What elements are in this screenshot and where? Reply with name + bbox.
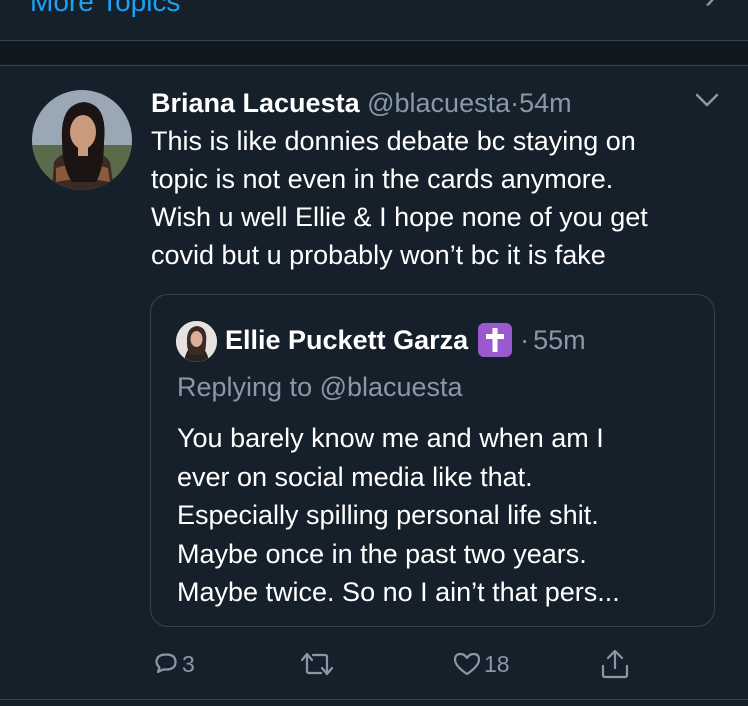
quoted-timestamp[interactable]: 55m bbox=[533, 322, 586, 358]
replying-to: Replying to @blacuesta bbox=[177, 372, 463, 402]
tweet-actions: 3 18 bbox=[0, 646, 748, 686]
quoted-tweet[interactable]: Ellie Puckett Garza · 55m Replying to @b… bbox=[150, 294, 715, 627]
latin-cross-icon bbox=[478, 323, 513, 357]
chevron-down-icon[interactable] bbox=[694, 90, 720, 110]
like-button[interactable]: 18 bbox=[452, 646, 510, 682]
share-button[interactable] bbox=[598, 646, 634, 682]
reply-icon bbox=[155, 653, 177, 674]
tweet[interactable]: Briana Lacuesta @blacuesta·54m This is l… bbox=[0, 66, 748, 706]
quoted-text: You barely know me and when am I ever on… bbox=[177, 423, 620, 607]
quoted-avatar-image bbox=[176, 321, 217, 362]
quoted-author-name[interactable]: Ellie Puckett Garza bbox=[225, 322, 468, 358]
share-icon bbox=[601, 649, 629, 679]
timestamp[interactable]: 54m bbox=[519, 88, 572, 118]
like-count: 18 bbox=[484, 650, 510, 677]
reply-count: 3 bbox=[182, 650, 195, 677]
quoted-avatar[interactable] bbox=[176, 321, 217, 362]
more-topics-row[interactable]: More Topics › bbox=[0, 0, 748, 40]
tweet-text: This is like donnies debate bc staying o… bbox=[151, 126, 648, 270]
heart-icon bbox=[453, 652, 481, 676]
chevron-right-icon: › bbox=[705, 0, 716, 17]
section-gap bbox=[0, 41, 748, 65]
quoted-header: Ellie Puckett Garza · 55m bbox=[225, 322, 586, 358]
separator-dot: · bbox=[510, 88, 520, 118]
retweet-icon bbox=[300, 652, 334, 676]
author-handle[interactable]: @blacuesta bbox=[367, 88, 510, 118]
reply-button[interactable]: 3 bbox=[152, 646, 195, 682]
tweet-header: Briana Lacuesta @blacuesta·54m bbox=[151, 84, 572, 122]
avatar[interactable] bbox=[32, 90, 132, 190]
retweet-button[interactable] bbox=[298, 646, 338, 682]
more-topics-link[interactable]: More Topics bbox=[30, 0, 180, 18]
avatar-image bbox=[32, 90, 132, 190]
separator-dot: · bbox=[520, 325, 530, 355]
author-name[interactable]: Briana Lacuesta bbox=[151, 88, 360, 118]
divider bbox=[0, 699, 748, 700]
